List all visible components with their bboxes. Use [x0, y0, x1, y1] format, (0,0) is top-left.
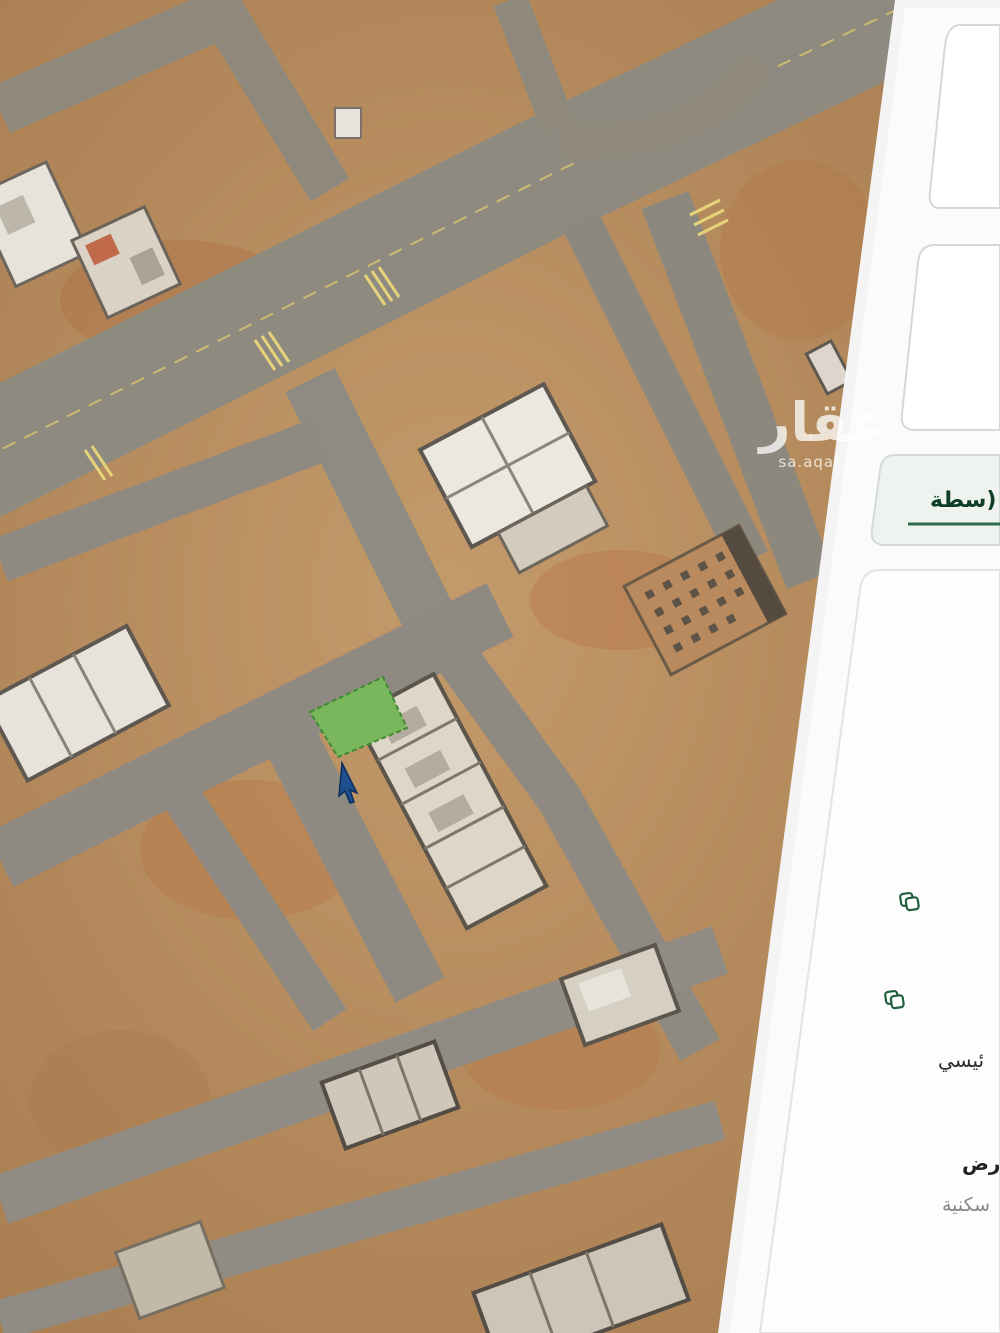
aqar-watermark: عقار sa.aqar.fm	[748, 391, 898, 472]
aqar-logo: عقار	[759, 391, 887, 454]
aqar-url: sa.aqar.fm	[778, 453, 868, 471]
satellite-map[interactable]	[0, 0, 1000, 1333]
